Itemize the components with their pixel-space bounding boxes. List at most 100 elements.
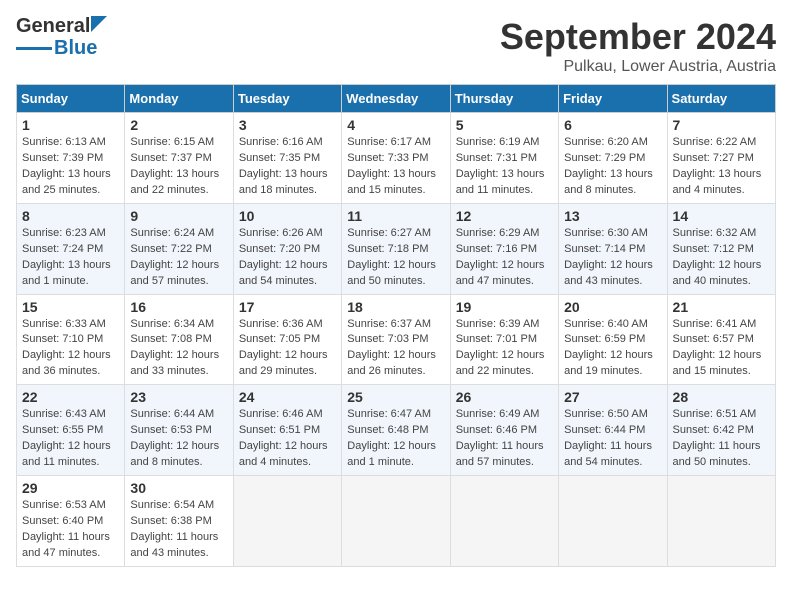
daylight-label: Daylight: 13 hours and 4 minutes. [673,168,762,196]
day-number: 26 [456,389,553,405]
sunrise-label: Sunrise: 6:32 AM [673,227,757,239]
day-info: Sunrise: 6:47 AM Sunset: 6:48 PM Dayligh… [347,407,444,471]
day-cell: 28 Sunrise: 6:51 AM Sunset: 6:42 PM Dayl… [667,385,775,476]
daylight-label: Daylight: 12 hours and 1 minute. [347,440,436,468]
daylight-label: Daylight: 12 hours and 47 minutes. [456,259,545,287]
sunset-label: Sunset: 7:14 PM [564,243,645,255]
day-cell: 27 Sunrise: 6:50 AM Sunset: 6:44 PM Dayl… [559,385,667,476]
logo-triangle-icon [91,16,107,32]
day-info: Sunrise: 6:53 AM Sunset: 6:40 PM Dayligh… [22,498,119,562]
day-number: 16 [130,299,227,315]
day-number: 2 [130,117,227,133]
day-cell: 25 Sunrise: 6:47 AM Sunset: 6:48 PM Dayl… [342,385,450,476]
sunset-label: Sunset: 7:01 PM [456,333,537,345]
header-row: Sunday Monday Tuesday Wednesday Thursday… [17,85,776,113]
day-info: Sunrise: 6:51 AM Sunset: 6:42 PM Dayligh… [673,407,770,471]
day-info: Sunrise: 6:20 AM Sunset: 7:29 PM Dayligh… [564,135,661,199]
sunset-label: Sunset: 7:31 PM [456,152,537,164]
daylight-label: Daylight: 12 hours and 36 minutes. [22,349,111,377]
day-cell: 11 Sunrise: 6:27 AM Sunset: 7:18 PM Dayl… [342,203,450,294]
sunrise-label: Sunrise: 6:40 AM [564,318,648,330]
daylight-label: Daylight: 12 hours and 50 minutes. [347,259,436,287]
daylight-label: Daylight: 12 hours and 40 minutes. [673,259,762,287]
day-number: 24 [239,389,336,405]
day-number: 6 [564,117,661,133]
day-number: 4 [347,117,444,133]
sunset-label: Sunset: 6:48 PM [347,424,428,436]
sunrise-label: Sunrise: 6:44 AM [130,408,214,420]
day-number: 29 [22,480,119,496]
day-info: Sunrise: 6:34 AM Sunset: 7:08 PM Dayligh… [130,317,227,381]
day-number: 18 [347,299,444,315]
sunrise-label: Sunrise: 6:20 AM [564,136,648,148]
daylight-label: Daylight: 13 hours and 11 minutes. [456,168,545,196]
sunrise-label: Sunrise: 6:15 AM [130,136,214,148]
sunrise-label: Sunrise: 6:34 AM [130,318,214,330]
sunset-label: Sunset: 6:59 PM [564,333,645,345]
day-number: 14 [673,208,770,224]
day-cell: 12 Sunrise: 6:29 AM Sunset: 7:16 PM Dayl… [450,203,558,294]
day-cell: 18 Sunrise: 6:37 AM Sunset: 7:03 PM Dayl… [342,294,450,385]
day-number: 27 [564,389,661,405]
logo-general-text: General [16,16,90,36]
sunrise-label: Sunrise: 6:39 AM [456,318,540,330]
logo-bottom-line: Blue [16,37,97,60]
day-cell [450,476,558,567]
sunrise-label: Sunrise: 6:30 AM [564,227,648,239]
day-number: 13 [564,208,661,224]
day-cell: 21 Sunrise: 6:41 AM Sunset: 6:57 PM Dayl… [667,294,775,385]
logo-blue-word: Blue [54,37,97,60]
daylight-label: Daylight: 11 hours and 47 minutes. [22,531,110,559]
col-wednesday: Wednesday [342,85,450,113]
day-cell: 22 Sunrise: 6:43 AM Sunset: 6:55 PM Dayl… [17,385,125,476]
daylight-label: Daylight: 13 hours and 22 minutes. [130,168,219,196]
day-info: Sunrise: 6:32 AM Sunset: 7:12 PM Dayligh… [673,226,770,290]
day-info: Sunrise: 6:54 AM Sunset: 6:38 PM Dayligh… [130,498,227,562]
day-number: 5 [456,117,553,133]
day-cell: 6 Sunrise: 6:20 AM Sunset: 7:29 PM Dayli… [559,113,667,204]
daylight-label: Daylight: 12 hours and 8 minutes. [130,440,219,468]
day-number: 23 [130,389,227,405]
day-info: Sunrise: 6:37 AM Sunset: 7:03 PM Dayligh… [347,317,444,381]
daylight-label: Daylight: 12 hours and 57 minutes. [130,259,219,287]
week-row-3: 15 Sunrise: 6:33 AM Sunset: 7:10 PM Dayl… [17,294,776,385]
day-info: Sunrise: 6:17 AM Sunset: 7:33 PM Dayligh… [347,135,444,199]
sunrise-label: Sunrise: 6:17 AM [347,136,431,148]
day-number: 17 [239,299,336,315]
daylight-label: Daylight: 12 hours and 22 minutes. [456,349,545,377]
page-header: General Blue September 2024 Pulkau, Lowe… [16,16,776,76]
day-number: 22 [22,389,119,405]
sunrise-label: Sunrise: 6:54 AM [130,499,214,511]
day-number: 10 [239,208,336,224]
day-cell: 10 Sunrise: 6:26 AM Sunset: 7:20 PM Dayl… [233,203,341,294]
day-info: Sunrise: 6:30 AM Sunset: 7:14 PM Dayligh… [564,226,661,290]
daylight-label: Daylight: 11 hours and 57 minutes. [456,440,544,468]
day-number: 3 [239,117,336,133]
day-number: 9 [130,208,227,224]
day-cell: 5 Sunrise: 6:19 AM Sunset: 7:31 PM Dayli… [450,113,558,204]
sunset-label: Sunset: 7:03 PM [347,333,428,345]
day-cell: 29 Sunrise: 6:53 AM Sunset: 6:40 PM Dayl… [17,476,125,567]
sunrise-label: Sunrise: 6:26 AM [239,227,323,239]
sunrise-label: Sunrise: 6:41 AM [673,318,757,330]
logo-underline [16,47,52,50]
day-info: Sunrise: 6:16 AM Sunset: 7:35 PM Dayligh… [239,135,336,199]
month-title: September 2024 [500,16,776,58]
col-sunday: Sunday [17,85,125,113]
day-number: 11 [347,208,444,224]
sunrise-label: Sunrise: 6:37 AM [347,318,431,330]
daylight-label: Daylight: 11 hours and 50 minutes. [673,440,761,468]
day-info: Sunrise: 6:49 AM Sunset: 6:46 PM Dayligh… [456,407,553,471]
day-cell: 2 Sunrise: 6:15 AM Sunset: 7:37 PM Dayli… [125,113,233,204]
sunset-label: Sunset: 6:38 PM [130,515,211,527]
day-info: Sunrise: 6:22 AM Sunset: 7:27 PM Dayligh… [673,135,770,199]
sunset-label: Sunset: 6:57 PM [673,333,754,345]
logo-top-line: General [16,16,107,36]
sunset-label: Sunset: 6:55 PM [22,424,103,436]
sunset-label: Sunset: 6:51 PM [239,424,320,436]
day-info: Sunrise: 6:46 AM Sunset: 6:51 PM Dayligh… [239,407,336,471]
sunrise-label: Sunrise: 6:33 AM [22,318,106,330]
daylight-label: Daylight: 11 hours and 54 minutes. [564,440,652,468]
daylight-label: Daylight: 12 hours and 29 minutes. [239,349,328,377]
day-cell: 30 Sunrise: 6:54 AM Sunset: 6:38 PM Dayl… [125,476,233,567]
